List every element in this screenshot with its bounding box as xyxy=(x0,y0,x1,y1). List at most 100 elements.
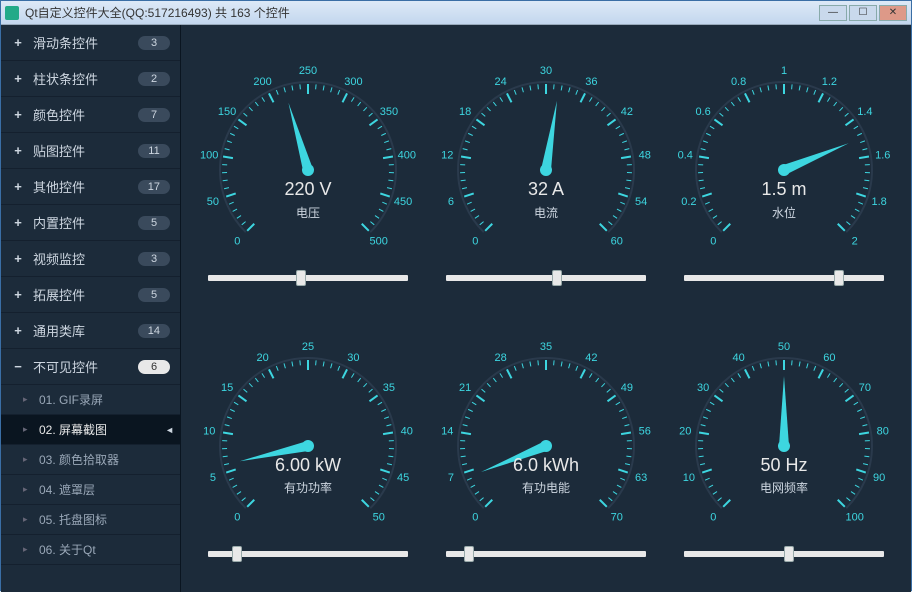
chevron-icon: ▸ xyxy=(23,544,33,555)
sidebar-category[interactable]: +视频监控3 xyxy=(1,241,180,277)
gauge-cell: 0102030405060708090100 50 Hz 电网频率 xyxy=(669,313,899,581)
category-label: 拓展控件 xyxy=(33,285,138,304)
svg-text:0: 0 xyxy=(710,236,716,248)
svg-text:60: 60 xyxy=(823,352,835,364)
slider[interactable] xyxy=(208,275,408,281)
sidebar-subitem[interactable]: ▸04. 遮罩层 xyxy=(1,475,180,505)
subitem-label: 05. 托盘图标 xyxy=(39,511,107,528)
category-label: 颜色控件 xyxy=(33,105,138,124)
slider[interactable] xyxy=(446,275,646,281)
svg-text:0.8: 0.8 xyxy=(731,76,746,88)
slider-handle[interactable] xyxy=(834,270,844,286)
slider-handle[interactable] xyxy=(464,546,474,562)
svg-text:10: 10 xyxy=(203,425,215,437)
slider[interactable] xyxy=(208,551,408,557)
slider-handle[interactable] xyxy=(232,546,242,562)
expand-icon: − xyxy=(11,359,25,374)
svg-text:15: 15 xyxy=(221,382,233,394)
sidebar-category[interactable]: +柱状条控件2 xyxy=(1,61,180,97)
category-label: 贴图控件 xyxy=(33,141,138,160)
svg-text:1: 1 xyxy=(781,65,787,77)
category-label: 视频监控 xyxy=(33,249,138,268)
slider[interactable] xyxy=(446,551,646,557)
gauge-value: 1.5 m xyxy=(761,179,806,200)
sidebar-category[interactable]: +拓展控件5 xyxy=(1,277,180,313)
sidebar-category[interactable]: +内置控件5 xyxy=(1,205,180,241)
gauge-cell: 050100150200250300350400450500 220 V 电压 xyxy=(193,37,423,305)
expand-icon: + xyxy=(11,35,25,50)
sidebar-category[interactable]: +颜色控件7 xyxy=(1,97,180,133)
svg-text:42: 42 xyxy=(585,352,597,364)
slider-handle[interactable] xyxy=(552,270,562,286)
svg-text:0: 0 xyxy=(234,236,240,248)
svg-text:56: 56 xyxy=(639,425,651,437)
sidebar-category[interactable]: +通用类库14 xyxy=(1,313,180,349)
svg-text:42: 42 xyxy=(621,106,633,118)
svg-text:350: 350 xyxy=(380,106,398,118)
svg-text:40: 40 xyxy=(401,425,413,437)
sidebar-subitem[interactable]: ▸03. 颜色拾取器 xyxy=(1,445,180,475)
app-icon xyxy=(5,6,19,20)
sidebar-subitem[interactable]: ▸02. 屏幕截图 xyxy=(1,415,180,445)
gauge-value: 6.00 kW xyxy=(275,455,341,476)
count-badge: 5 xyxy=(138,216,170,230)
count-badge: 14 xyxy=(138,324,170,338)
svg-text:70: 70 xyxy=(859,382,871,394)
slider[interactable] xyxy=(684,551,884,557)
svg-text:5: 5 xyxy=(210,472,216,484)
svg-text:45: 45 xyxy=(397,472,409,484)
svg-text:12: 12 xyxy=(441,150,453,162)
svg-text:18: 18 xyxy=(459,106,471,118)
svg-text:49: 49 xyxy=(621,382,633,394)
svg-text:30: 30 xyxy=(347,352,359,364)
svg-text:250: 250 xyxy=(299,65,317,77)
titlebar[interactable]: Qt自定义控件大全(QQ:517216493) 共 163 个控件 — ☐ ✕ xyxy=(1,1,911,25)
svg-text:500: 500 xyxy=(370,236,388,248)
svg-text:54: 54 xyxy=(635,196,647,208)
sidebar-category[interactable]: +贴图控件11 xyxy=(1,133,180,169)
close-button[interactable]: ✕ xyxy=(879,5,907,21)
svg-text:30: 30 xyxy=(697,382,709,394)
svg-text:20: 20 xyxy=(256,352,268,364)
category-label: 其他控件 xyxy=(33,177,138,196)
svg-text:80: 80 xyxy=(877,425,889,437)
svg-text:50: 50 xyxy=(778,341,790,353)
window-title: Qt自定义控件大全(QQ:517216493) 共 163 个控件 xyxy=(25,4,819,21)
gauge-cell: 00.20.40.60.811.21.41.61.82 1.5 m 水位 xyxy=(669,37,899,305)
category-label: 柱状条控件 xyxy=(33,69,138,88)
sidebar-subitem[interactable]: ▸05. 托盘图标 xyxy=(1,505,180,535)
sidebar-subitem[interactable]: ▸06. 关于Qt xyxy=(1,535,180,565)
gauge: 07142128354249566370 6.0 kWh 有功电能 xyxy=(436,336,656,541)
svg-text:24: 24 xyxy=(494,76,506,88)
svg-text:35: 35 xyxy=(383,382,395,394)
category-label: 内置控件 xyxy=(33,213,138,232)
expand-icon: + xyxy=(11,179,25,194)
expand-icon: + xyxy=(11,287,25,302)
svg-text:450: 450 xyxy=(394,196,412,208)
subitem-label: 02. 屏幕截图 xyxy=(39,421,107,438)
slider[interactable] xyxy=(684,275,884,281)
sidebar-category[interactable]: +其他控件17 xyxy=(1,169,180,205)
svg-text:1.4: 1.4 xyxy=(857,106,872,118)
gauge-value: 220 V xyxy=(284,179,331,200)
maximize-button[interactable]: ☐ xyxy=(849,5,877,21)
svg-text:300: 300 xyxy=(344,76,362,88)
sidebar-subitem[interactable]: ▸01. GIF录屏 xyxy=(1,385,180,415)
svg-text:100: 100 xyxy=(846,511,864,523)
slider-handle[interactable] xyxy=(784,546,794,562)
svg-text:60: 60 xyxy=(611,236,623,248)
count-badge: 3 xyxy=(138,36,170,50)
svg-text:70: 70 xyxy=(611,511,623,523)
minimize-button[interactable]: — xyxy=(819,5,847,21)
sidebar-category[interactable]: −不可见控件6 xyxy=(1,349,180,385)
slider-handle[interactable] xyxy=(296,270,306,286)
gauge-label: 水位 xyxy=(772,204,796,221)
gauge-value: 32 A xyxy=(528,179,564,200)
app-window: Qt自定义控件大全(QQ:517216493) 共 163 个控件 — ☐ ✕ … xyxy=(0,0,912,591)
gauge: 05101520253035404550 6.00 kW 有功功率 xyxy=(198,336,418,541)
svg-text:150: 150 xyxy=(218,106,236,118)
gauge-svg: 0102030405060708090100 xyxy=(674,336,894,536)
svg-text:28: 28 xyxy=(494,352,506,364)
sidebar-category[interactable]: +滑动条控件3 xyxy=(1,25,180,61)
count-badge: 2 xyxy=(138,72,170,86)
